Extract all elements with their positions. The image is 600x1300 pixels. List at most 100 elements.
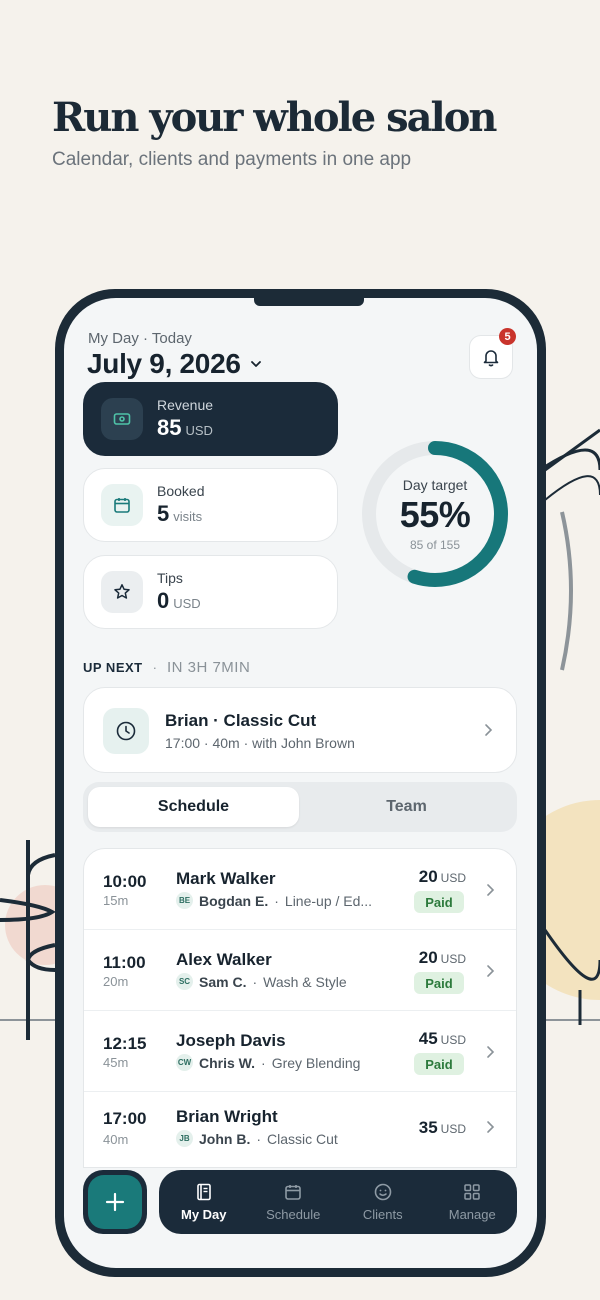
appointment-price-unit: USD — [440, 871, 466, 885]
appointment-list: 10:00 15m Mark Walker BE Bogdan E. · Lin… — [83, 848, 517, 1168]
appointment-meta: JB John B. · Classic Cut — [176, 1130, 338, 1147]
phone-notch — [254, 298, 364, 306]
revenue-unit: USD — [185, 423, 213, 438]
booked-value: 5 — [157, 501, 170, 526]
chevron-right-icon — [487, 1046, 495, 1058]
appointment-staff: John B. — [199, 1130, 251, 1147]
appointment-price: 20 USD — [419, 867, 466, 887]
appointment-time: 10:00 — [103, 872, 147, 891]
tab-manage[interactable]: Manage — [428, 1170, 518, 1234]
view-segmented-control: Schedule Team — [83, 782, 517, 832]
appointment-price: 35 USD — [419, 1118, 466, 1138]
marketing-headline: Run your whole salon — [52, 94, 497, 141]
day-target-label: Day target — [402, 477, 468, 493]
up-next-label: UP NEXT — [83, 660, 143, 675]
booked-unit: visits — [173, 509, 203, 524]
chevron-down-icon — [250, 361, 261, 367]
add-appointment-button[interactable] — [83, 1170, 147, 1234]
appointment-time: 12:15 — [103, 1034, 147, 1053]
tab-label: Schedule — [266, 1207, 321, 1222]
notification-count-badge: 5 — [499, 328, 516, 345]
appointment-service: Line-up / Ed... — [284, 892, 373, 909]
appointment-duration: 40m — [103, 1132, 129, 1147]
appointment-duration: 15m — [103, 893, 129, 908]
appointment-price-unit: USD — [440, 1122, 466, 1136]
appointment-staff: Sam C. — [199, 973, 247, 990]
tips-unit: USD — [173, 596, 201, 611]
meta-separator: · — [252, 973, 258, 990]
page-eyebrow: My Day · Today — [88, 330, 192, 347]
tab-my-day[interactable]: My Day — [159, 1170, 249, 1234]
chevron-right-icon — [485, 724, 493, 736]
smile-icon — [374, 1183, 392, 1201]
tips-value: 0 — [157, 588, 170, 613]
status-badge: Paid — [414, 972, 464, 994]
appointment-meta: BE Bogdan E. · Line-up / Ed... — [176, 892, 372, 909]
status-badge: Paid — [414, 1053, 464, 1075]
chevron-right-icon — [487, 965, 495, 977]
appointment-time: 17:00 — [103, 1109, 147, 1128]
up-next-header: UP NEXT · IN 3H 7MIN — [83, 659, 250, 676]
staff-avatar: CW — [176, 1054, 193, 1071]
appointment-price-unit: USD — [440, 1033, 466, 1047]
tab-label: My Day — [180, 1207, 227, 1222]
meta-separator: · — [261, 1054, 266, 1071]
chevron-right-icon — [487, 1121, 495, 1133]
tab-label: Clients — [362, 1207, 403, 1222]
appointment-meta: SC Sam C. · Wash & Style — [176, 973, 347, 990]
tab-clients[interactable]: Clients — [338, 1170, 428, 1234]
status-badge: Paid — [414, 891, 464, 913]
appointment-row[interactable]: 12:15 45m Joseph Davis CW Chris W. · Gre… — [84, 1011, 516, 1092]
up-next-card[interactable]: Brian · Classic Cut 17:00 · 40m · with J… — [83, 687, 517, 773]
bell-icon — [483, 350, 499, 367]
staff-avatar: SC — [176, 973, 193, 990]
app-screen: My Day · Today July 9, 2026 5 Revenue 85… — [64, 298, 537, 1268]
appointment-price-value: 20 — [418, 867, 438, 886]
plus-icon — [88, 1175, 142, 1229]
page-title: July 9, 2026 — [87, 348, 241, 379]
tab-schedule-nav[interactable]: Schedule — [249, 1170, 339, 1234]
tab-label: Manage — [448, 1207, 496, 1222]
appointment-duration: 20m — [103, 974, 129, 989]
calendar-icon — [101, 484, 143, 526]
appointment-service: Wash & Style — [263, 973, 347, 990]
appointment-staff: Chris W. — [199, 1054, 256, 1071]
appointment-service: Classic Cut — [267, 1130, 338, 1147]
appointment-row[interactable]: 11:00 20m Alex Walker SC Sam C. · Wash &… — [84, 930, 516, 1011]
tips-card[interactable]: Tips 0 USD — [83, 555, 338, 629]
appointment-row[interactable]: 10:00 15m Mark Walker BE Bogdan E. · Lin… — [84, 849, 516, 930]
appointment-time: 11:00 — [103, 953, 146, 972]
marketing-subline: Calendar, clients and payments in one ap… — [52, 149, 412, 170]
appointment-price-value: 35 — [418, 1118, 438, 1137]
appointment-client: Mark Walker — [176, 869, 276, 888]
up-next-subtitle: 17:00 · 40m · with John Brown — [165, 735, 355, 751]
grid-icon — [464, 1184, 480, 1200]
revenue-value: 85 — [157, 415, 182, 440]
date-picker[interactable]: July 9, 2026 — [87, 348, 263, 380]
booked-card[interactable]: Booked 5 visits — [83, 468, 338, 542]
appointment-service: Grey Blending — [271, 1054, 361, 1071]
appointment-price-value: 20 — [418, 948, 438, 967]
up-next-separator: · — [152, 660, 157, 675]
appointment-meta: CW Chris W. · Grey Blending — [176, 1054, 360, 1071]
appointment-price: 20 USD — [419, 948, 466, 968]
appointment-client: Joseph Davis — [176, 1031, 286, 1050]
tab-team[interactable]: Team — [301, 787, 512, 827]
journal-icon — [196, 1183, 211, 1201]
appointment-client: Alex Walker — [176, 950, 272, 969]
notifications-button[interactable]: 5 — [469, 328, 516, 379]
appointment-duration: 45m — [103, 1055, 129, 1070]
appointment-price-value: 45 — [418, 1029, 438, 1048]
calendar-icon — [285, 1185, 302, 1200]
bottom-tab-bar: My Day Schedule Clients Manage — [159, 1170, 517, 1234]
appointment-staff: Bogdan E. — [199, 892, 269, 909]
appointment-row[interactable]: 17:00 40m Brian Wright JB John B. · Clas… — [84, 1092, 516, 1167]
meta-separator: · — [256, 1130, 262, 1147]
staff-avatar: JB — [176, 1130, 193, 1147]
revenue-card[interactable]: Revenue 85 USD — [83, 382, 338, 456]
meta-separator: · — [274, 892, 279, 909]
tab-schedule[interactable]: Schedule — [88, 787, 299, 827]
clock-icon — [103, 708, 149, 754]
appointment-price-unit: USD — [440, 952, 466, 966]
booked-label: Booked — [157, 483, 205, 499]
